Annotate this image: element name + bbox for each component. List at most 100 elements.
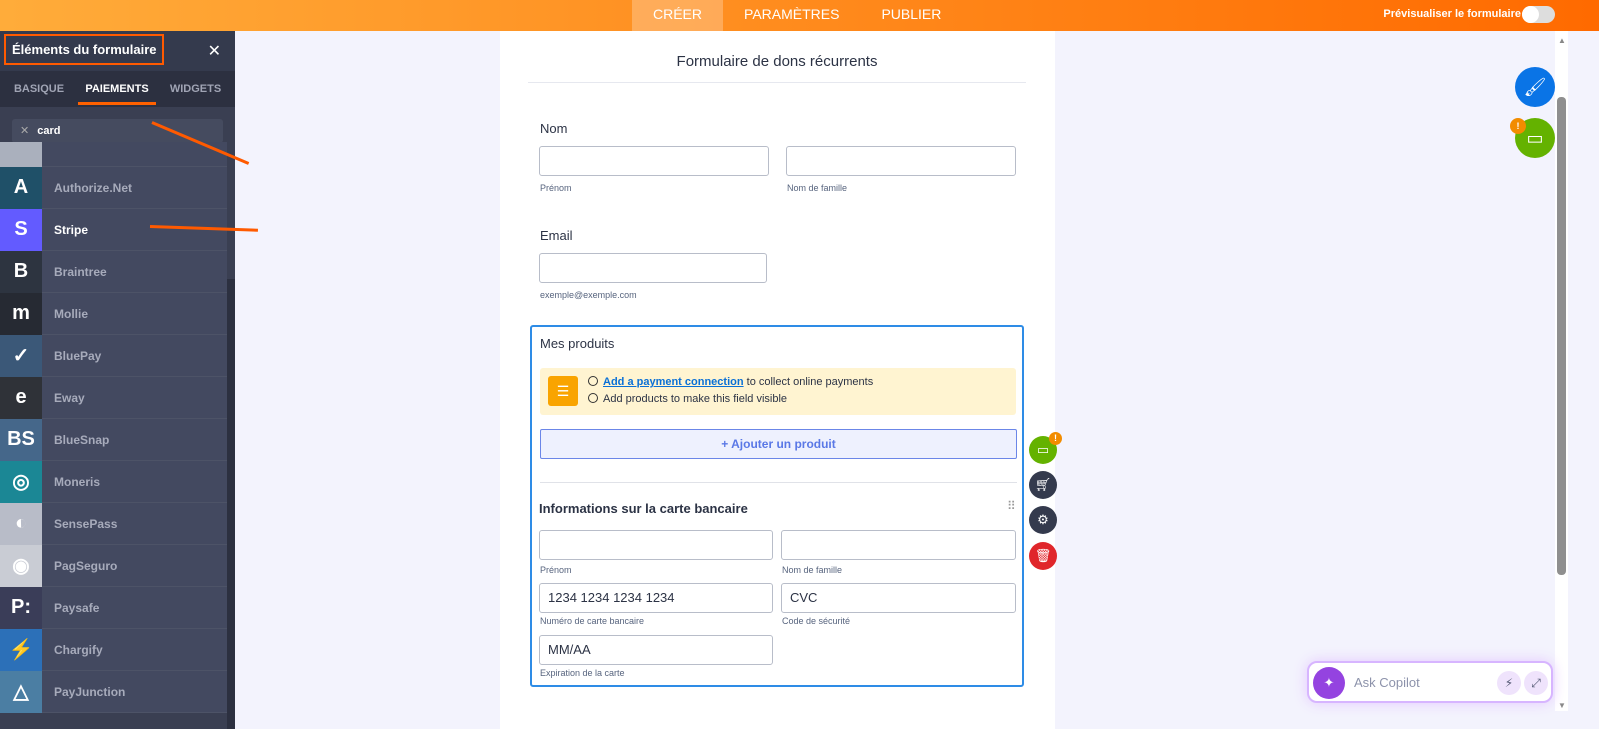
payment-item-braintree[interactable]: B Braintree (0, 250, 227, 293)
cart-button[interactable]: 🛒︎ (1029, 471, 1057, 499)
settings-button[interactable]: ⚙ (1029, 506, 1057, 534)
list-item-partial[interactable] (0, 142, 227, 167)
payment-item-label: Stripe (54, 222, 89, 237)
tab-creer[interactable]: CRÉER (632, 0, 724, 31)
sparkle-icon: ✦ (1313, 667, 1345, 699)
form-title[interactable]: Formulaire de dons récurrents (528, 31, 1026, 83)
payment-item-pagseguro[interactable]: ◉ PagSeguro (0, 544, 227, 587)
payment-item-chargify[interactable]: ⚡ Chargify (0, 628, 227, 671)
scrollbar-thumb[interactable] (1557, 97, 1566, 575)
tab-widgets[interactable]: WIDGETS (156, 71, 235, 107)
gear-icon: ⚙ (1037, 512, 1049, 527)
credit-card-icon: ▭ (1526, 127, 1544, 148)
payment-item-payjunction[interactable]: △ PayJunction (0, 670, 227, 713)
tab-basique[interactable]: BASIQUE (0, 71, 78, 107)
copilot-input[interactable]: Ask Copilot (1354, 675, 1420, 690)
card-first-name-input[interactable] (539, 530, 773, 560)
payment-item-moneris[interactable]: ◎ Moneris (0, 460, 227, 503)
warning-badge: ! (1049, 432, 1062, 445)
email-label: Email (540, 228, 573, 243)
payment-item-label: Braintree (54, 264, 107, 279)
delete-button[interactable]: 🗑︎ (1029, 542, 1057, 570)
payment-connection-link[interactable]: Add a payment connection (603, 376, 744, 388)
panel-title: Éléments du formulaire (4, 34, 165, 65)
payment-item-sensepass[interactable]: ◐ SensePass (0, 502, 227, 545)
checklist-icon: ☰ (548, 376, 578, 406)
gateway-logo-icon: B (0, 250, 42, 293)
close-icon[interactable]: ✕ (208, 41, 221, 61)
credit-card-icon: ▭ (1036, 442, 1050, 457)
gateway-logo-icon: △ (0, 670, 42, 713)
tab-publier[interactable]: PUBLIER (860, 0, 962, 31)
payment-item-label: PagSeguro (54, 558, 118, 573)
clear-search-icon[interactable]: ✕ (20, 125, 29, 137)
preview-label: Prévisualiser le formulaire (1383, 8, 1521, 20)
warning-badge: ! (1510, 118, 1526, 134)
expiry-sublabel: Expiration de la carte (540, 668, 625, 678)
add-product-button[interactable]: + Ajouter un produit (540, 429, 1017, 459)
email-input[interactable] (539, 253, 767, 283)
expand-icon[interactable]: ⤢ (1524, 671, 1548, 695)
gateway-logo-icon: A (0, 166, 42, 209)
tab-parametres[interactable]: PARAMÈTRES (723, 0, 860, 31)
cvc-sublabel: Code de sécurité (782, 616, 851, 626)
radio-icon (588, 376, 598, 386)
gateway-logo-icon: ◐ (0, 502, 42, 545)
payment-item-bluesnap[interactable]: BS BlueSnap (0, 418, 227, 461)
form-canvas: Formulaire de dons récurrents Nom Prénom… (500, 31, 1055, 729)
payment-item-label: Paysafe (54, 600, 100, 615)
radio-icon (588, 393, 598, 403)
payment-item-mollie[interactable]: m Mollie (0, 292, 227, 335)
last-name-sublabel: Nom de famille (787, 183, 848, 193)
gateway-logo-icon: e (0, 376, 42, 419)
payment-item-bluepay[interactable]: ✓ BluePay (0, 334, 227, 377)
products-field[interactable]: Mes produits ☰ Add a payment connection … (530, 325, 1024, 687)
card-number-input[interactable]: 1234 1234 1234 1234 (539, 583, 773, 613)
payment-item-label: Chargify (54, 642, 103, 657)
sidebar-scrollbar[interactable] (227, 279, 235, 729)
scroll-down-icon[interactable]: ▼ (1558, 701, 1566, 710)
gateway-logo-icon: S (0, 208, 42, 251)
last-name-input[interactable] (786, 146, 1016, 176)
gateway-logo-icon: ⚡ (0, 628, 42, 671)
payment-item-stripe[interactable]: S Stripe (0, 208, 227, 251)
card-first-sublabel: Prénom (540, 565, 572, 575)
gateway-logo-icon: P: (0, 586, 42, 629)
payment-list[interactable]: A Authorize.Net S Stripe B Braintree m Mollie ✓ B… (0, 142, 227, 729)
scroll-up-icon[interactable]: ▲ (1558, 36, 1566, 45)
warn-text: to collect online payments (743, 376, 874, 388)
payment-item-paysafe[interactable]: P: Paysafe (0, 586, 227, 629)
products-label: Mes produits (540, 336, 615, 351)
payment-item-eway[interactable]: e Eway (0, 376, 227, 419)
payment-item-label: Moneris (54, 474, 101, 489)
cvc-input[interactable]: CVC (781, 583, 1016, 613)
tab-paiements[interactable]: PAIEMENTS (78, 71, 156, 107)
payment-item-label: BlueSnap (54, 432, 110, 447)
payment-item-label: BluePay (54, 348, 102, 363)
expiry-input[interactable]: MM/AA (539, 635, 773, 665)
email-sublabel: exemple@exemple.com (540, 290, 637, 300)
warning-box: ☰ Add a payment connection to collect on… (540, 368, 1016, 415)
lightning-icon[interactable]: ⚡︎ (1497, 671, 1521, 695)
gateway-logo-icon: ◉ (0, 544, 42, 587)
first-name-input[interactable] (539, 146, 769, 176)
preview-toggle[interactable] (1522, 6, 1555, 23)
cart-icon: 🛒︎ (1034, 477, 1052, 492)
payment-item-label: Eway (54, 390, 85, 405)
gateway-logo-icon: ◎ (0, 460, 42, 503)
copilot-bar[interactable]: ✦ Ask Copilot ⚡︎ ⤢ (1307, 661, 1553, 703)
gateway-logo-icon: BS (0, 418, 42, 461)
trash-icon: 🗑︎ (1034, 548, 1052, 563)
form-designer-button[interactable]: 🖌︎ (1515, 67, 1555, 107)
card-section-title: Informations sur la carte bancaire (539, 501, 748, 516)
name-label: Nom (540, 121, 568, 136)
first-name-sublabel: Prénom (540, 183, 572, 193)
gateway-logo-icon: ✓ (0, 334, 42, 377)
payment-item-authorize-net[interactable]: A Authorize.Net (0, 166, 227, 209)
top-bar: CRÉER PARAMÈTRES PUBLIER Prévisualiser l… (0, 0, 1599, 31)
drag-handle-icon[interactable]: ⠿ (1007, 499, 1016, 513)
card-last-name-input[interactable] (781, 530, 1016, 560)
page-scrollbar[interactable]: ▲ ▼ (1555, 31, 1568, 711)
form-elements-panel: Éléments du formulaire ✕ BASIQUE PAIEMEN… (0, 31, 235, 729)
payment-item-label: SensePass (54, 516, 118, 531)
